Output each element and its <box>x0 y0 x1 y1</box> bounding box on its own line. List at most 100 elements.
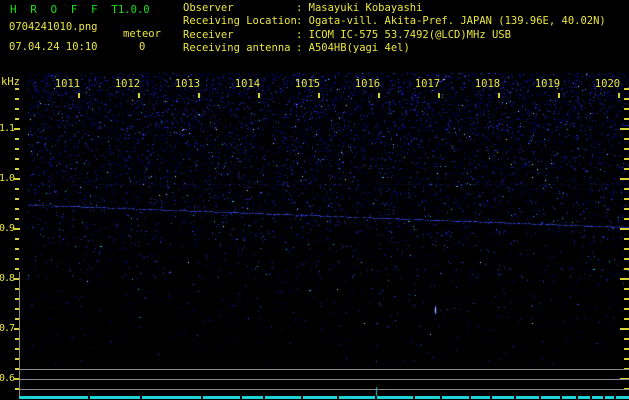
freq-label: 0.9 <box>0 223 15 234</box>
info-row-label: Receiving antenna <box>183 42 291 55</box>
activity-bar-segment <box>142 396 201 399</box>
freq-minor-tick-right <box>624 318 629 320</box>
freq-minor-tick-right <box>624 308 629 310</box>
freq-minor-tick-left <box>15 198 19 200</box>
freq-major-tick-left <box>14 128 20 130</box>
activity-bar-segment <box>541 396 560 399</box>
freq-minor-tick-right <box>624 148 629 150</box>
info-row-label: Receiving Location <box>183 15 297 28</box>
time-label: 1015 <box>294 78 321 90</box>
freq-major-tick-left <box>14 228 20 230</box>
activity-bar-segment <box>19 396 88 399</box>
freq-minor-tick-right <box>624 248 629 250</box>
activity-bar-segment <box>203 396 240 399</box>
activity-bar-segment <box>303 396 337 399</box>
activity-bar-segment <box>492 396 514 399</box>
time-label: 1013 <box>174 78 201 90</box>
time-label: 1011 <box>54 78 81 90</box>
freq-minor-tick-left <box>15 168 19 170</box>
activity-bar-segment <box>578 396 590 399</box>
freq-minor-tick-left <box>15 138 19 140</box>
freq-minor-tick-right <box>624 158 629 160</box>
observer-info-block: Observer : Masayuki Kobayashi Receiving Lo… <box>183 2 629 58</box>
info-row: Receiving antenna : A504HB(yagi 4el) <box>183 42 410 54</box>
freq-minor-tick-right <box>624 88 629 90</box>
activity-bar-segment <box>605 396 614 399</box>
freq-major-tick-right <box>620 128 629 130</box>
freq-minor-tick-right <box>624 358 629 360</box>
freq-minor-tick-right <box>624 198 629 200</box>
info-row-label: Observer <box>183 2 234 14</box>
info-row-value: : Ogata-vill. Akita-Pref. JAPAN (139.96E… <box>296 15 606 28</box>
minute-tick <box>77 93 80 98</box>
minute-tick <box>617 93 620 98</box>
app-version: 1.0.0 <box>118 4 150 16</box>
minute-tick <box>557 93 560 98</box>
time-label: 1016 <box>354 78 381 90</box>
info-row-value: : A504HB(yagi 4el) <box>296 42 410 55</box>
freq-minor-tick-left <box>15 148 19 150</box>
activity-bar-segment <box>592 396 603 399</box>
freq-minor-tick-right <box>624 288 629 290</box>
freq-minor-tick-right <box>624 108 629 110</box>
spectrogram-canvas <box>0 0 629 400</box>
freq-label: 0.6 <box>0 373 15 384</box>
freq-minor-tick-left <box>15 238 19 240</box>
freq-minor-tick-left <box>15 108 19 110</box>
freq-minor-tick-right <box>624 348 629 350</box>
time-label: 1020 <box>594 78 621 90</box>
freq-minor-tick-left <box>15 218 19 220</box>
hrofft-window: H R O F F T 1.0.0 0704241010.png meteor … <box>0 0 629 400</box>
info-row-value: : Masayuki Kobayashi <box>296 2 423 14</box>
activity-bar-segment <box>442 396 469 399</box>
minute-tick <box>377 93 380 98</box>
freq-minor-tick-right <box>624 268 629 270</box>
time-label: 1017 <box>414 78 441 90</box>
freq-major-tick-right <box>620 228 629 230</box>
freq-minor-tick-right <box>624 138 629 140</box>
activity-bar-segment <box>242 396 263 399</box>
freq-minor-tick-right <box>624 218 629 220</box>
freq-major-tick-right <box>620 328 629 330</box>
activity-bar-segment <box>516 396 539 399</box>
info-row: Observer : Masayuki Kobayashi <box>183 2 422 14</box>
minute-tick <box>197 93 200 98</box>
freq-minor-tick-right <box>624 118 629 120</box>
freq-minor-tick-left <box>15 248 19 250</box>
datetime-label: 07.04.24 10:10 <box>9 41 98 53</box>
activity-bar-segment <box>562 396 576 399</box>
meteor-count: 0 <box>139 41 146 53</box>
ref-line-upper <box>20 369 629 370</box>
activity-bar <box>0 396 629 399</box>
time-label: 1019 <box>534 78 561 90</box>
freq-minor-tick-left <box>15 118 19 120</box>
freq-minor-tick-left <box>15 268 19 270</box>
activity-bar-segment <box>339 396 375 399</box>
minute-tick <box>497 93 500 98</box>
freq-minor-tick-left <box>15 88 19 90</box>
freq-minor-tick-right <box>624 208 629 210</box>
activity-bar-segment <box>471 396 490 399</box>
freq-minor-tick-left <box>15 158 19 160</box>
freq-minor-tick-left <box>15 188 19 190</box>
level-scale-line <box>19 272 20 396</box>
info-row: Receiving Location: Ogata-vill. Akita-Pr… <box>183 15 606 27</box>
freq-minor-tick-right <box>624 238 629 240</box>
ref-line-middle <box>20 379 629 380</box>
freq-minor-tick-right <box>624 188 629 190</box>
freq-minor-tick-left <box>15 98 19 100</box>
minute-tick <box>137 93 140 98</box>
info-row-label: Receiver <box>183 28 234 41</box>
mode-label: meteor <box>123 28 161 40</box>
freq-major-tick-right <box>620 278 629 280</box>
time-label: 1018 <box>474 78 501 90</box>
freq-label: 0.7 <box>0 323 15 334</box>
minute-tick <box>317 93 320 98</box>
freq-minor-tick-left <box>15 258 19 260</box>
activity-bar-segment <box>265 396 301 399</box>
minute-tick <box>437 93 440 98</box>
freq-minor-tick-right <box>624 98 629 100</box>
freq-major-tick-right <box>620 178 629 180</box>
app-title: H R O F F T <box>10 3 122 16</box>
freq-axis-unit: kHz <box>1 76 20 88</box>
